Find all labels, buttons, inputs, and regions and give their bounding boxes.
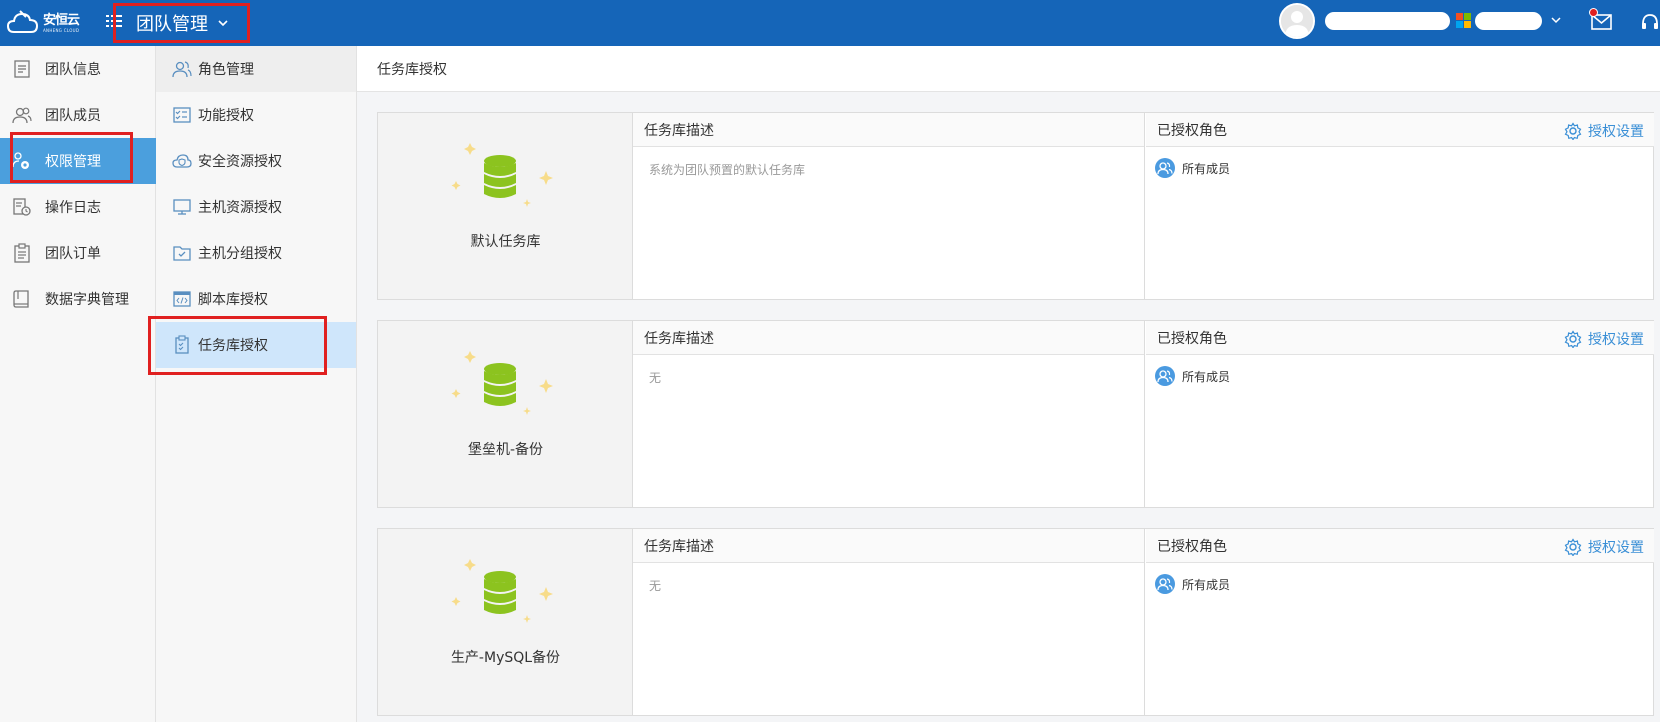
folder-check-icon — [173, 246, 191, 261]
monitor-icon — [173, 199, 191, 215]
nav-item-data-dictionary[interactable]: 数据字典管理 — [0, 276, 156, 322]
role-name: 所有成员 — [1182, 161, 1231, 176]
nav-item-permissions[interactable]: 权限管理 — [0, 138, 156, 184]
task-clipboard-icon — [175, 335, 189, 354]
database-icon — [451, 143, 553, 207]
nav-item-label: 团队订单 — [45, 246, 101, 262]
nav-item-team-info[interactable]: 团队信息 — [0, 46, 156, 92]
task-library-name: 默认任务库 — [470, 234, 541, 250]
clipboard-icon — [14, 243, 30, 263]
module-title: 团队管理 — [136, 14, 208, 35]
sub-item-label: 主机资源授权 — [198, 200, 282, 216]
gear-icon — [1564, 538, 1582, 556]
book-icon — [13, 290, 29, 308]
log-icon — [13, 198, 31, 216]
task-library-card: 堡垒机-备份 任务库描述 无 已授权角色 授权设置 所有成员 — [377, 320, 1654, 508]
left-nav: 团队信息 团队成员 权限管理 操作日志 团队订单 数据字典管理 — [0, 46, 156, 722]
sub-item-label: 角色管理 — [198, 62, 254, 78]
nav-item-label: 数据字典管理 — [45, 292, 129, 308]
group-avatar-icon — [1155, 158, 1175, 178]
module-switcher[interactable]: 团队管理 — [113, 3, 250, 43]
sub-item-label: 安全资源授权 — [198, 154, 282, 170]
nav-item-label: 操作日志 — [45, 200, 101, 216]
sub-item-role-management[interactable]: 角色管理 — [156, 46, 356, 92]
auth-settings-label: 授权设置 — [1588, 332, 1644, 348]
nav-item-label: 团队成员 — [45, 108, 101, 124]
logo-text: 安恒云 — [43, 12, 80, 28]
role-item: 所有成员 — [1146, 563, 1654, 605]
avatar[interactable] — [1279, 3, 1315, 39]
sub-item-script-library-auth[interactable]: 脚本库授权 — [156, 276, 356, 322]
top-bar: 安恒云 ANHENG CLOUD 团队管理 — [0, 0, 1660, 46]
chevron-down-icon — [218, 20, 228, 27]
task-library-description: 无 — [649, 579, 662, 593]
role-item: 所有成员 — [1146, 355, 1654, 397]
auth-settings-label: 授权设置 — [1588, 124, 1644, 140]
cloud-shield-icon — [172, 154, 192, 168]
task-library-description: 无 — [649, 371, 662, 385]
user-gear-icon — [12, 152, 29, 169]
nav-item-operation-log[interactable]: 操作日志 — [0, 184, 156, 230]
auth-settings-button[interactable]: 授权设置 — [1564, 121, 1644, 141]
sub-item-label: 脚本库授权 — [198, 292, 268, 308]
code-window-icon — [173, 291, 191, 307]
headset-icon[interactable] — [1640, 12, 1660, 32]
users-icon — [12, 107, 32, 124]
task-library-name: 堡垒机-备份 — [467, 442, 544, 458]
nav-item-label: 团队信息 — [45, 62, 101, 78]
column-header-description: 任务库描述 — [633, 113, 1144, 147]
nav-item-label: 权限管理 — [45, 154, 101, 170]
sub-item-task-library-auth[interactable]: 任务库授权 — [156, 322, 356, 368]
auth-settings-label: 授权设置 — [1588, 540, 1644, 556]
role-item: 所有成员 — [1146, 147, 1654, 189]
nav-item-team-members[interactable]: 团队成员 — [0, 92, 156, 138]
group-avatar-icon — [1155, 574, 1175, 594]
user-silhouette-icon — [1281, 5, 1313, 37]
logo[interactable]: 安恒云 ANHENG CLOUD — [6, 6, 86, 40]
task-library-name: 生产-MySQL备份 — [450, 650, 561, 666]
sub-item-host-group-auth[interactable]: 主机分组授权 — [156, 230, 356, 276]
notification-dot — [1589, 8, 1598, 17]
task-library-card: 生产-MySQL备份 任务库描述 无 已授权角色 授权设置 所有成员 — [377, 528, 1654, 716]
page-title: 任务库授权 — [357, 46, 1660, 92]
cloud-logo-icon — [6, 10, 39, 33]
sub-item-function-auth[interactable]: 功能授权 — [156, 92, 356, 138]
sub-item-security-resource-auth[interactable]: 安全资源授权 — [156, 138, 356, 184]
sub-item-label: 功能授权 — [198, 108, 254, 124]
role-name: 所有成员 — [1182, 577, 1231, 592]
auth-settings-button[interactable]: 授权设置 — [1564, 329, 1644, 349]
main-content: 任务库授权 默认任务库 任务库描述 系统为团队预置的默认任务库 已授权角色 授权… — [357, 46, 1660, 722]
task-library-description: 系统为团队预置的默认任务库 — [649, 163, 806, 177]
sub-item-host-resource-auth[interactable]: 主机资源授权 — [156, 184, 356, 230]
sub-item-label: 主机分组授权 — [198, 246, 282, 262]
document-icon — [14, 60, 30, 78]
gear-icon — [1564, 330, 1582, 348]
database-icon — [451, 351, 553, 415]
column-header-description: 任务库描述 — [633, 321, 1144, 355]
nav-item-team-orders[interactable]: 团队订单 — [0, 230, 156, 276]
checklist-icon — [173, 107, 191, 123]
role-name: 所有成员 — [1182, 369, 1231, 384]
sub-item-label: 任务库授权 — [198, 338, 268, 354]
sub-nav: 角色管理 功能授权 安全资源授权 主机资源授权 主机分组授权 脚本库授权 任务库… — [156, 46, 357, 722]
gear-icon — [1564, 122, 1582, 140]
logo-subtext: ANHENG CLOUD — [43, 27, 80, 33]
auth-settings-button[interactable]: 授权设置 — [1564, 537, 1644, 557]
task-library-card: 默认任务库 任务库描述 系统为团队预置的默认任务库 已授权角色 授权设置 所有成… — [377, 112, 1654, 300]
column-header-description: 任务库描述 — [633, 529, 1144, 563]
chevron-down-icon[interactable] — [1550, 14, 1562, 26]
group-avatar-icon — [1155, 366, 1175, 386]
windows-logo-icon — [1456, 13, 1471, 28]
database-icon — [451, 559, 553, 623]
redacted-username — [1325, 12, 1450, 30]
redacted-account — [1475, 12, 1542, 30]
users-icon — [172, 61, 192, 78]
